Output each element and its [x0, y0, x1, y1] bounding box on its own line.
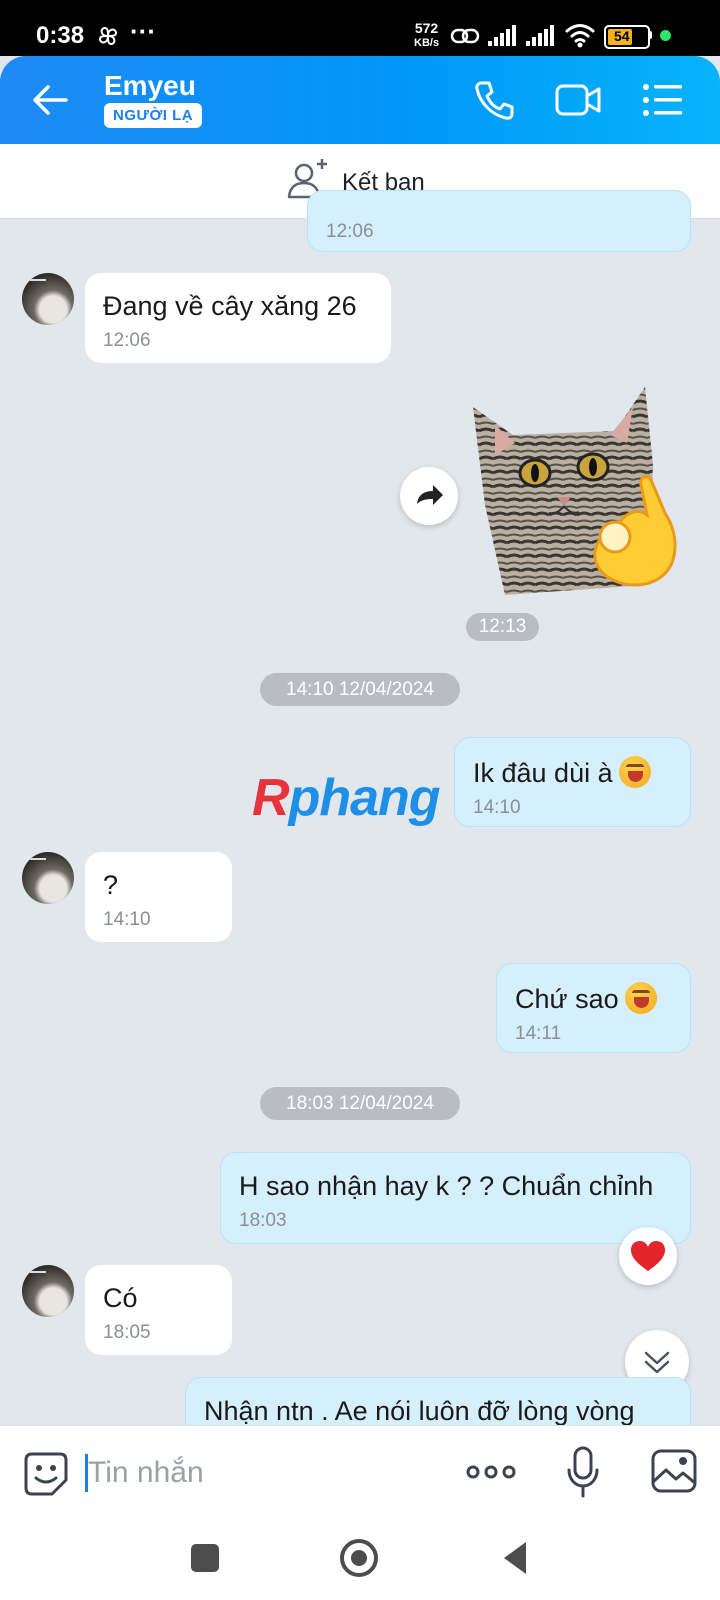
- forward-button[interactable]: [400, 467, 458, 525]
- link-icon: [450, 28, 480, 44]
- forward-icon: [417, 485, 443, 505]
- signal-icon-2: [526, 25, 554, 46]
- message-text: Nhận ntn . Ae nói luôn đỡ lòng vòng: [204, 1396, 635, 1426]
- message-input-bar: Tin nhắn: [0, 1425, 720, 1526]
- status-time: 0:38: [36, 22, 85, 49]
- sticker-emoji-icon[interactable]: [22, 1450, 70, 1498]
- battery-level: 54: [614, 28, 630, 44]
- signal-icon-1: [488, 25, 516, 46]
- laughing-emoji-icon: [618, 756, 651, 788]
- watermark-r: R: [252, 769, 290, 827]
- heart-icon: [631, 1241, 665, 1271]
- rphang-watermark-logo: Rphang: [252, 768, 441, 828]
- message-bubble-outgoing[interactable]: Chứ sao 14:11: [496, 963, 691, 1053]
- image-gallery-icon[interactable]: [650, 1448, 698, 1494]
- message-bubble-incoming[interactable]: ? 14:10: [85, 852, 232, 942]
- watermark-rest: phang: [288, 769, 441, 827]
- back-nav-icon[interactable]: [500, 1540, 530, 1576]
- message-time: 18:05: [103, 1322, 151, 1343]
- sticker-time: 12:13: [466, 613, 539, 641]
- message-bubble-incoming[interactable]: Đang về cây xăng 26 12:06: [85, 273, 391, 363]
- home-button[interactable]: [340, 1539, 378, 1577]
- recents-button[interactable]: [191, 1544, 219, 1572]
- message-input[interactable]: Tin nhắn: [88, 1456, 204, 1490]
- system-nav-bar: [0, 1525, 720, 1600]
- status-bar: 0:38 ··· 572 KB/s 54: [0, 0, 720, 56]
- more-notifications-dots: ···: [130, 16, 156, 46]
- cat-ok-sticker[interactable]: [465, 385, 693, 610]
- message-text: Có: [103, 1283, 138, 1313]
- message-bubble-outgoing[interactable]: Ik đâu dùi à 14:10: [454, 737, 691, 827]
- date-separator: 18:03 12/04/2024: [260, 1087, 460, 1120]
- message-text: Ik đâu dùi à: [473, 758, 613, 788]
- network-speed-unit: KB/s: [414, 37, 440, 49]
- message-bubble-incoming[interactable]: Có 18:05: [85, 1265, 232, 1355]
- contact-avatar[interactable]: [22, 852, 74, 904]
- contact-avatar[interactable]: [22, 1265, 74, 1317]
- message-text: Đang về cây xăng 26: [103, 291, 357, 321]
- phone-icon[interactable]: [472, 78, 516, 122]
- battery-tip: [648, 31, 652, 39]
- message-time: 14:10: [103, 909, 151, 930]
- contact-avatar[interactable]: [22, 273, 74, 325]
- heart-reaction-button[interactable]: [619, 1227, 677, 1285]
- stranger-badge: NGƯỜI LẠ: [104, 103, 203, 128]
- menu-list-icon[interactable]: [642, 82, 684, 118]
- chat-header: Emyeu NGƯỜI LẠ: [0, 56, 720, 144]
- message-bubble-outgoing[interactable]: 12:06: [307, 190, 691, 252]
- microphone-icon[interactable]: [566, 1446, 600, 1498]
- pinwheel-icon: [98, 26, 118, 46]
- message-time: 14:11: [515, 1023, 562, 1044]
- laughing-emoji-icon: [624, 982, 657, 1014]
- date-separator: 14:10 12/04/2024: [260, 673, 460, 706]
- network-speed: 572 KB/s: [414, 20, 440, 50]
- more-options-icon[interactable]: [466, 1462, 516, 1482]
- message-text: ?: [103, 870, 119, 900]
- network-speed-value: 572: [414, 20, 439, 36]
- privacy-dot: [660, 30, 671, 41]
- message-time: 18:03: [239, 1210, 287, 1231]
- message-text: H sao nhận hay k ? ? Chuẩn chỉnh: [239, 1171, 654, 1201]
- video-call-icon[interactable]: [554, 80, 602, 120]
- contact-name[interactable]: Emyeu: [104, 70, 196, 102]
- wifi-icon: [565, 24, 595, 48]
- message-text: Chứ sao: [515, 984, 619, 1014]
- message-time: 14:10: [473, 797, 521, 818]
- message-time: 12:06: [103, 330, 151, 351]
- back-arrow-icon[interactable]: [30, 80, 70, 120]
- message-time: 12:06: [326, 221, 374, 242]
- battery-icon: 54: [604, 25, 650, 49]
